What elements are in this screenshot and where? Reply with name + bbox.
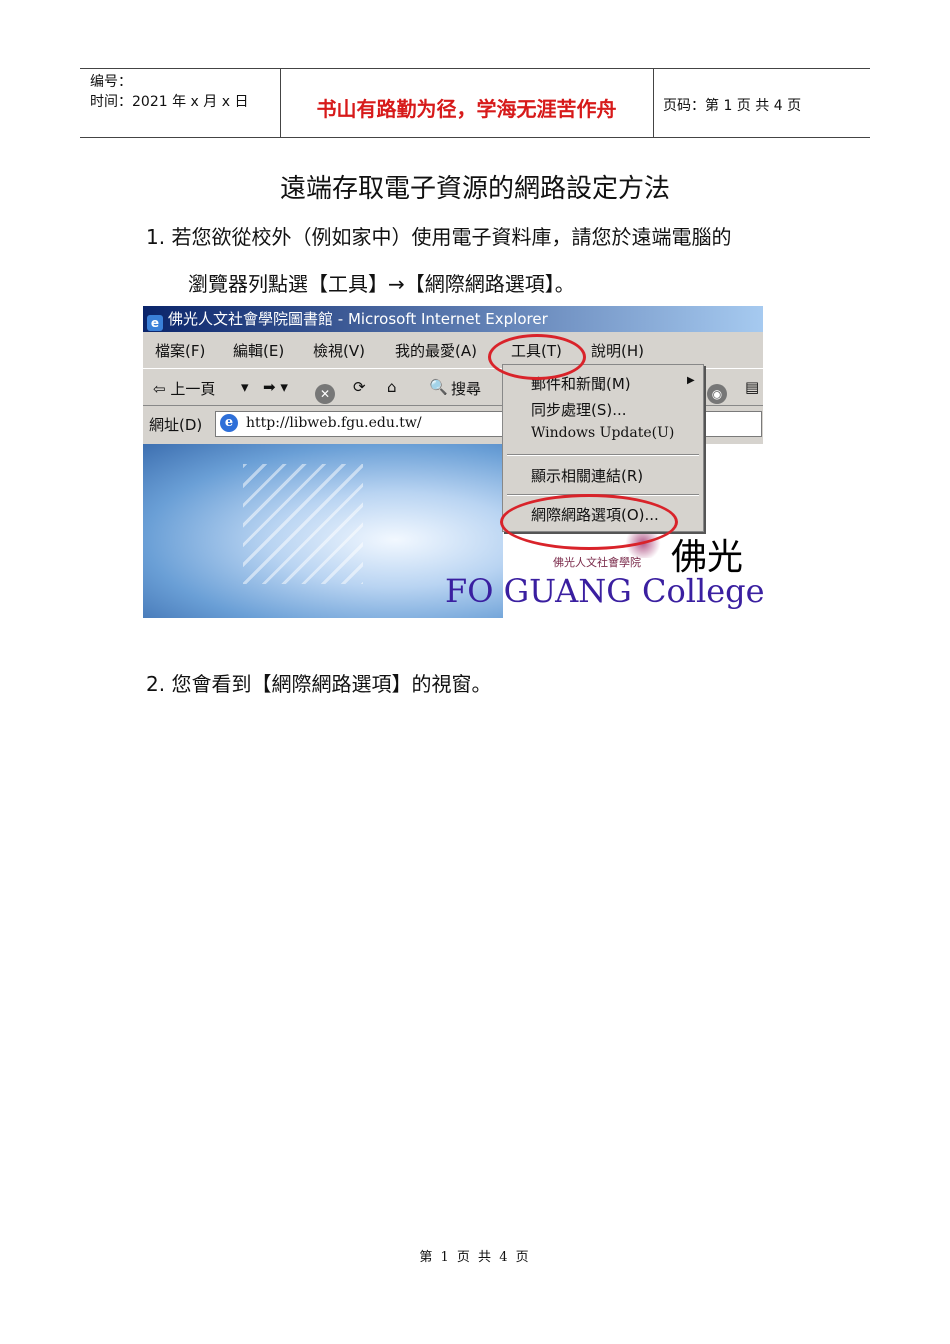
college-logo-sub: 佛光人文社會學院 — [553, 556, 641, 569]
back-dropdown-icon[interactable]: ▾ — [241, 378, 249, 396]
step2-text: 2. 您會看到【網際網路選項】的視窗。 — [146, 672, 492, 696]
menu-item-windows-update[interactable]: Windows Update(U) — [531, 425, 674, 441]
college-logo-en: FO GUANG College o — [445, 572, 763, 610]
forward-icon[interactable]: ➡ ▾ — [263, 378, 288, 396]
page-info: 页码：第 1 页 共 4 页 — [663, 98, 802, 114]
menu-separator — [507, 454, 699, 456]
edit-icon[interactable]: ▤ — [745, 378, 759, 396]
menu-item-related-links[interactable]: 顯示相關連結(R) — [531, 465, 643, 486]
menu-edit[interactable]: 編輯(E) — [233, 340, 284, 361]
page-footer: 第 1 页 共 4 页 — [419, 1250, 531, 1265]
page-title: 遠端存取電子資源的網路設定方法 — [279, 174, 670, 204]
ie-title-bar: e 佛光人文社會學院圖書館 - Microsoft Internet Explor… — [143, 306, 763, 332]
refresh-icon[interactable]: ⟳ — [353, 378, 366, 396]
address-url: http://libweb.fgu.edu.tw/ — [246, 415, 422, 431]
ie-app-icon: e — [147, 315, 163, 331]
home-icon[interactable]: ⌂ — [387, 378, 397, 396]
header-cell-info: 编号： 时间：2021 年 x 月 x 日 — [80, 69, 281, 137]
step1-line1: 1. 若您欲從校外（例如家中）使用電子資料庫，請您於遠端電腦的 — [146, 225, 732, 249]
back-button[interactable]: ⇦ 上一頁 — [153, 378, 215, 399]
motto: 书山有路勤为径，学海无涯苦作舟 — [316, 97, 617, 121]
ie-window-title: 佛光人文社會學院圖書館 - Microsoft Internet Explore… — [168, 310, 548, 328]
ie-menu-bar: 檔案(F) 編輯(E) 檢視(V) 我的最愛(A) 工具(T) 說明(H) — [143, 334, 763, 364]
menu-file[interactable]: 檔案(F) — [155, 340, 205, 361]
search-button[interactable]: 搜尋 — [451, 378, 481, 399]
page-icon: e — [220, 414, 238, 432]
menu-favorites[interactable]: 我的最愛(A) — [395, 340, 477, 361]
document-header: 编号： 时间：2021 年 x 月 x 日 书山有路勤为径，学海无涯苦作舟 页码… — [80, 68, 870, 138]
banner-stairs — [243, 464, 363, 584]
submenu-arrow-icon: ▶ — [687, 375, 695, 386]
menu-help[interactable]: 說明(H) — [591, 340, 644, 361]
highlight-circle-tools — [488, 334, 586, 380]
date-label: 时间：2021 年 x 月 x 日 — [90, 94, 249, 110]
search-icon[interactable]: 🔍 — [429, 378, 448, 396]
header-cell-motto: 书山有路勤为径，学海无涯苦作舟 — [280, 69, 654, 137]
header-cell-page: 页码：第 1 页 共 4 页 — [653, 69, 870, 137]
ie-screenshot: e 佛光人文社會學院圖書館 - Microsoft Internet Explor… — [143, 306, 763, 618]
serial-label: 编号： — [90, 74, 132, 90]
menu-item-sync[interactable]: 同步處理(S)... — [531, 399, 627, 420]
step1-line2: 瀏覽器列點選【工具】→【網際網路選項】。 — [188, 272, 575, 296]
highlight-circle-internet-options — [500, 494, 678, 550]
menu-view[interactable]: 檢視(V) — [313, 340, 365, 361]
address-label: 網址(D) — [149, 416, 203, 434]
